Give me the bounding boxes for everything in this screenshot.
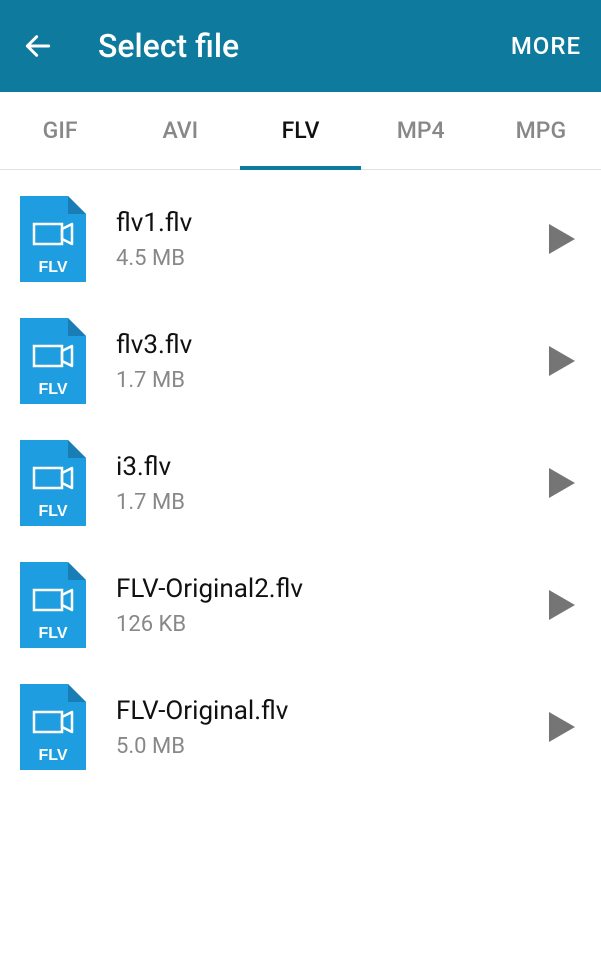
file-item[interactable]: FLV FLV-Original2.flv 126 KB xyxy=(0,544,601,666)
svg-text:FLV: FLV xyxy=(38,381,67,398)
file-size: 1.7 MB xyxy=(116,490,537,515)
play-icon[interactable] xyxy=(547,712,577,742)
play-icon[interactable] xyxy=(547,590,577,620)
tab-flv[interactable]: FLV xyxy=(240,92,360,169)
file-size: 5.0 MB xyxy=(116,734,537,759)
play-icon[interactable] xyxy=(547,468,577,498)
tab-gif[interactable]: GIF xyxy=(0,92,120,169)
back-arrow-icon[interactable] xyxy=(20,28,56,64)
file-name: FLV-Original.flv xyxy=(116,695,537,728)
file-info: flv3.flv 1.7 MB xyxy=(116,329,537,393)
page-title: Select file xyxy=(98,27,511,65)
svg-text:FLV: FLV xyxy=(38,503,67,520)
file-item[interactable]: FLV flv1.flv 4.5 MB xyxy=(0,178,601,300)
play-icon[interactable] xyxy=(547,224,577,254)
more-button[interactable]: MORE xyxy=(511,32,581,60)
file-type-icon: FLV xyxy=(20,684,86,770)
file-info: FLV-Original2.flv 126 KB xyxy=(116,573,537,637)
file-type-icon: FLV xyxy=(20,562,86,648)
file-info: i3.flv 1.7 MB xyxy=(116,451,537,515)
file-list: FLV flv1.flv 4.5 MB FLV flv3.flv 1.7 MB xyxy=(0,170,601,788)
file-name: flv3.flv xyxy=(116,329,537,362)
tab-avi[interactable]: AVI xyxy=(120,92,240,169)
format-tabs: GIF AVI FLV MP4 MPG xyxy=(0,92,601,170)
file-name: FLV-Original2.flv xyxy=(116,573,537,606)
file-item[interactable]: FLV FLV-Original.flv 5.0 MB xyxy=(0,666,601,788)
file-type-icon: FLV xyxy=(20,318,86,404)
app-header: Select file MORE xyxy=(0,0,601,92)
file-info: FLV-Original.flv 5.0 MB xyxy=(116,695,537,759)
svg-text:FLV: FLV xyxy=(38,625,67,642)
file-item[interactable]: FLV i3.flv 1.7 MB xyxy=(0,422,601,544)
file-name: flv1.flv xyxy=(116,207,537,240)
tab-mp4[interactable]: MP4 xyxy=(361,92,481,169)
svg-text:FLV: FLV xyxy=(38,747,67,764)
svg-text:FLV: FLV xyxy=(38,259,67,276)
file-size: 4.5 MB xyxy=(116,246,537,271)
file-info: flv1.flv 4.5 MB xyxy=(116,207,537,271)
file-item[interactable]: FLV flv3.flv 1.7 MB xyxy=(0,300,601,422)
file-type-icon: FLV xyxy=(20,440,86,526)
file-type-icon: FLV xyxy=(20,196,86,282)
tab-mpg[interactable]: MPG xyxy=(481,92,601,169)
file-size: 1.7 MB xyxy=(116,368,537,393)
file-name: i3.flv xyxy=(116,451,537,484)
file-size: 126 KB xyxy=(116,612,537,637)
play-icon[interactable] xyxy=(547,346,577,376)
